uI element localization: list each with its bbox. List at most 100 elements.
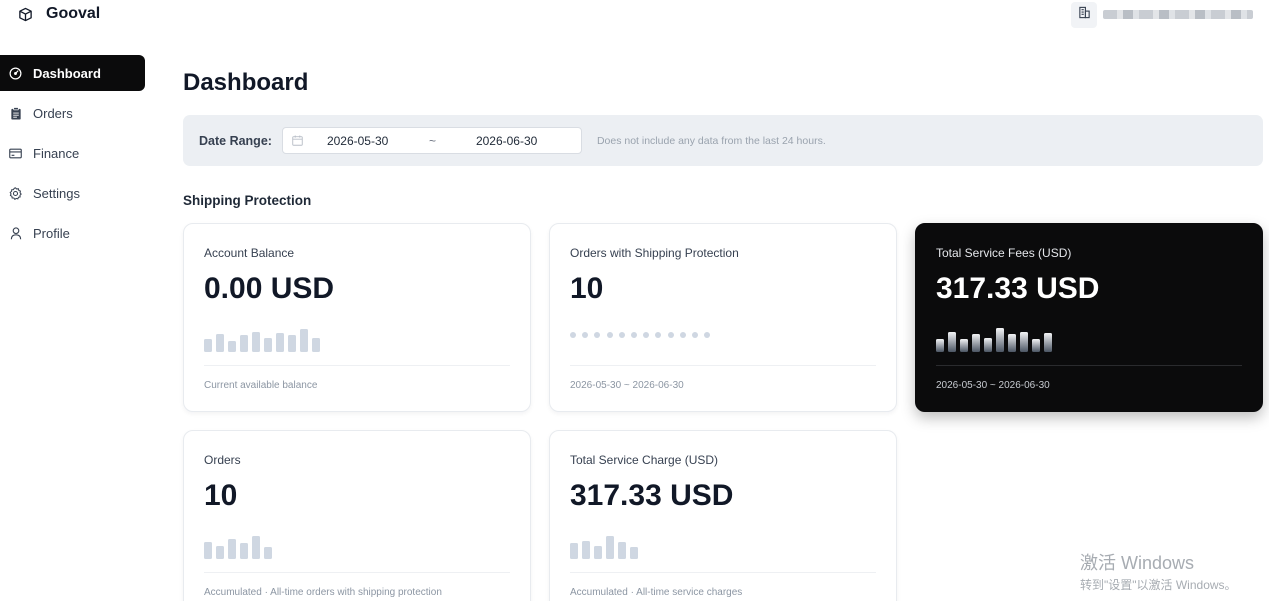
mini-bar [1020,332,1028,352]
mini-bar-chart [204,535,272,559]
store-switcher-button[interactable] [1071,2,1097,28]
mini-bar [984,338,992,352]
user-icon [9,226,22,240]
watermark-title: 激活 Windows [1080,553,1195,573]
card-value: 10 [570,272,604,305]
mini-bar [252,332,260,352]
mini-bar [948,332,956,352]
mini-bar [960,339,968,352]
mini-bar [312,338,320,352]
cube-logo-icon [18,7,33,22]
indicator-dot [582,332,589,338]
mini-bar [288,335,296,352]
brand[interactable]: Gooval [18,5,100,23]
card-label: Account Balance [204,246,295,260]
indicator-dot [594,332,601,338]
mini-bar-chart [570,535,638,559]
sidebar-item-orders[interactable]: Orders [0,95,145,131]
mini-bar-chart [204,328,320,352]
indicator-dot [570,332,576,338]
card-footer: 2026-05-30 ~ 2026-06-30 [570,380,684,391]
mini-bar [264,547,272,559]
indicator-dot [643,332,650,338]
indicator-dot [679,332,686,338]
sidebar-item-label: Orders [33,105,73,121]
mini-bar [936,339,944,352]
watermark-subtitle: 转到"设置"以激活 Windows。 [1080,578,1237,592]
card-footer: Accumulated · All-time service charges [570,587,743,598]
mini-bar [630,547,638,559]
mini-bar [570,543,578,559]
total-service-charge-card: Total Service Charge (USD) 317.33 USD Ac… [549,430,897,601]
mini-bar-chart [936,328,1052,352]
dashboard-gauge-icon [9,67,22,80]
card-divider [570,365,876,366]
section-title: Shipping Protection [183,193,312,208]
card-value: 317.33 USD [570,479,734,512]
mini-bar [204,339,212,352]
sidebar-item-label: Dashboard [33,65,101,81]
card-footer: Current available balance [204,380,318,391]
card-footer: Accumulated · All-time orders with shipp… [204,587,442,598]
card-label: Total Service Charge (USD) [570,453,719,467]
mini-bar [582,541,590,559]
mini-bar [264,338,272,352]
mini-bar [276,333,284,352]
card-divider [936,365,1242,366]
card-value: 317.33 USD [936,272,1100,305]
mini-bar [996,328,1004,352]
calendar-icon [292,135,303,146]
mini-bar [228,539,236,559]
shipping-protection-orders-card: Orders with Shipping Protection 10 2026-… [549,223,897,412]
page-title: Dashboard [183,69,309,96]
start-date-input[interactable]: 2026-05-30 [327,134,388,148]
card-value: 10 [204,479,238,512]
store-building-icon [1078,6,1091,24]
gear-icon [9,186,22,200]
date-range-separator: ~ [428,134,436,148]
sidebar-item-settings[interactable]: Settings [0,175,145,211]
sidebar-item-label: Settings [33,185,80,201]
mini-bar [228,341,236,352]
card-divider [204,572,510,573]
sidebar-item-profile[interactable]: Profile [0,215,145,251]
app-name: Gooval [46,5,101,22]
windows-activation-watermark: 激活 Windows 转到"设置"以激活 Windows。 [1080,549,1237,593]
sidebar-item-dashboard[interactable]: Dashboard [0,55,145,91]
card-label: Total Service Fees (USD) [936,246,1072,260]
sidebar-item-label: Finance [33,145,80,161]
credit-card-icon [9,147,22,160]
orders-card: Orders 10 Accumulated · All-time orders … [183,430,531,601]
date-range-note: Does not include any data from the last … [596,134,826,147]
card-value: 0.00 USD [204,272,335,305]
end-date-input[interactable]: 2026-06-30 [476,134,537,148]
mini-bar [606,536,614,559]
mini-bar [618,542,626,559]
indicator-dot [618,332,625,338]
dot-indicator [570,332,711,338]
mini-bar [1044,333,1052,352]
card-divider [204,365,510,366]
mini-bar [216,546,224,559]
card-footer: 2026-05-30 ~ 2026-06-30 [936,380,1050,391]
mini-bar [594,546,602,559]
total-service-fees-card: Total Service Fees (USD) 317.33 USD 2026… [915,223,1263,412]
top-bar: Gooval [0,0,1269,30]
sidebar: Dashboard Orders Finance Settings Profil… [0,55,145,255]
account-balance-card: Account Balance 0.00 USD Current availab… [183,223,531,412]
mini-bar [240,543,248,559]
indicator-dot [691,332,698,338]
date-range-label: Date Range: [199,133,272,148]
mini-bar [1032,339,1040,352]
date-range-picker[interactable]: 2026-05-30 ~ 2026-06-30 [281,127,582,154]
indicator-dot [704,332,711,338]
sidebar-item-finance[interactable]: Finance [0,135,145,171]
date-range-bar: Date Range: 2026-05-30 ~ 2026-06-30 Does… [183,115,1263,166]
indicator-dot [630,332,637,338]
mini-bar [252,536,260,559]
store-name-redacted[interactable] [1103,10,1253,19]
card-label: Orders with Shipping Protection [570,246,739,260]
mini-bar [300,329,308,352]
mini-bar [216,334,224,352]
clipboard-icon [9,106,22,120]
